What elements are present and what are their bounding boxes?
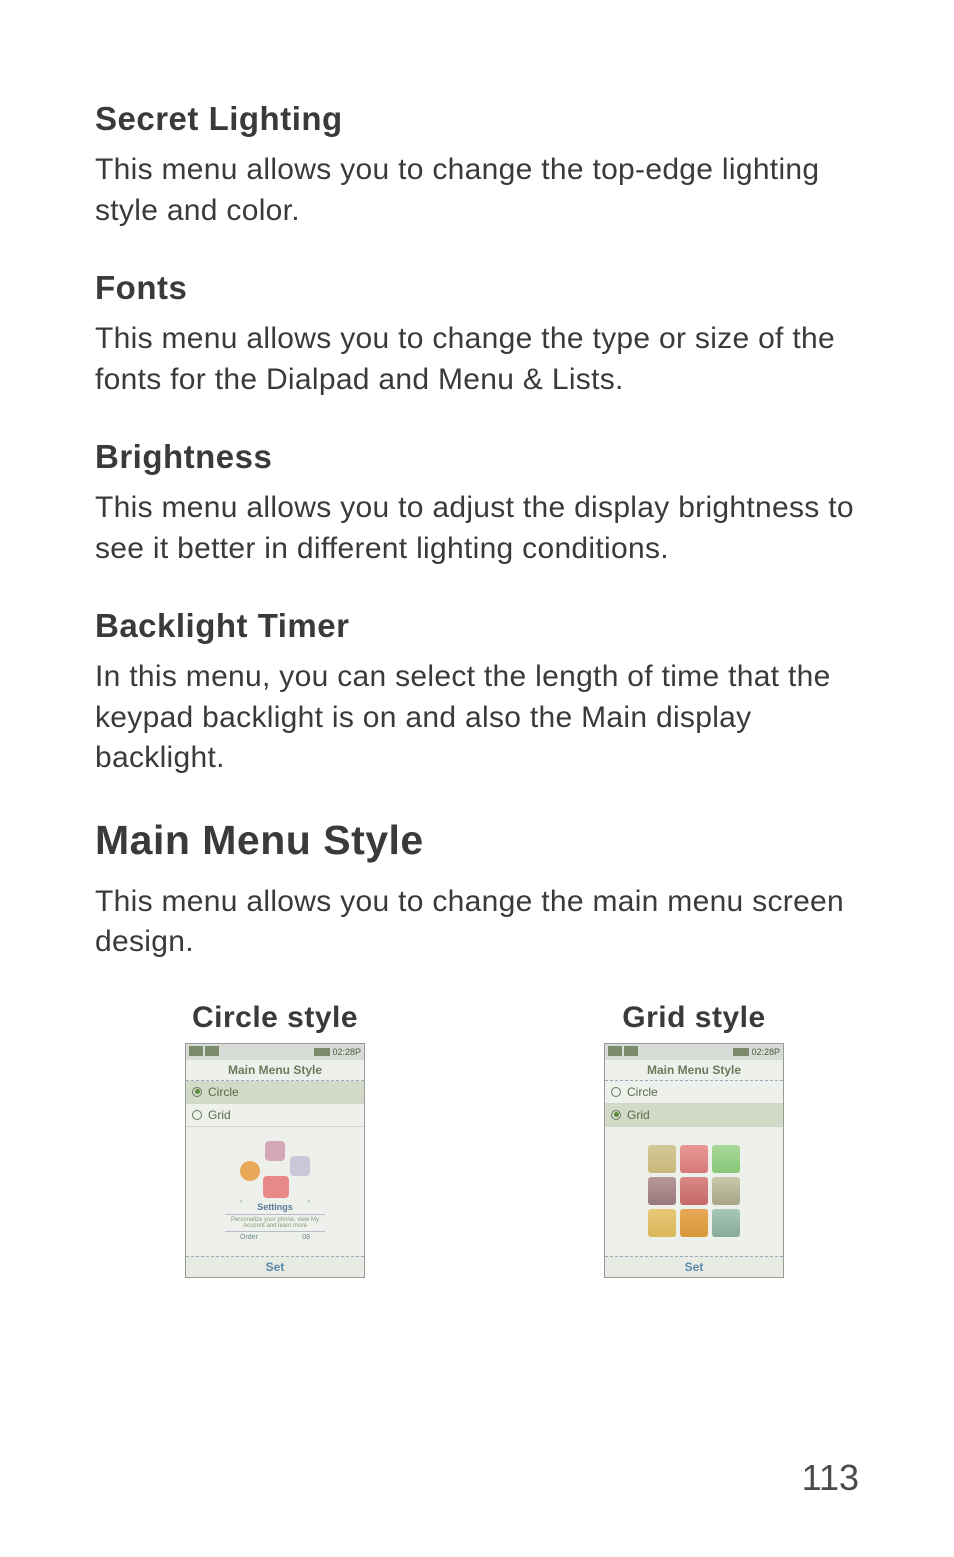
- phone-preview-area: [605, 1127, 783, 1256]
- battery-icon: [733, 1048, 749, 1056]
- phone-softkey-set: Set: [186, 1256, 364, 1277]
- phone-time: 02:28P: [751, 1047, 780, 1057]
- phone-option-grid-label: Grid: [627, 1108, 650, 1122]
- circle-preview-sub: Personalize your phone, view My Account …: [225, 1214, 325, 1232]
- body-fonts: This menu allows you to change the type …: [95, 319, 864, 400]
- phone-status-bar: 02:28P: [605, 1044, 783, 1060]
- grid-icon: [648, 1145, 676, 1173]
- grid-icon: [648, 1209, 676, 1237]
- body-main-menu-style: This menu allows you to change the main …: [95, 882, 864, 963]
- grid-icon: [712, 1177, 740, 1205]
- styles-row: Circle style 02:28P Main Menu Style Circ…: [95, 1001, 864, 1278]
- radio-unselected-icon: [611, 1087, 621, 1097]
- phone-option-grid: Grid: [605, 1104, 783, 1127]
- heading-brightness: Brightness: [95, 438, 864, 476]
- grid-preview: [648, 1145, 740, 1237]
- grid-icon: [680, 1145, 708, 1173]
- body-backlight-timer: In this menu, you can select the length …: [95, 657, 864, 779]
- phone-option-circle-label: Circle: [627, 1085, 658, 1099]
- heading-fonts: Fonts: [95, 269, 864, 307]
- phone-time: 02:28P: [332, 1047, 361, 1057]
- circle-preview-label: Settings: [257, 1202, 293, 1212]
- phone-option-circle-label: Circle: [208, 1085, 239, 1099]
- preview-icon: [240, 1161, 260, 1181]
- grid-style-column: Grid style 02:28P Main Menu Style Circle…: [604, 1001, 784, 1278]
- phone-screen-title: Main Menu Style: [605, 1060, 783, 1081]
- grid-style-label: Grid style: [622, 1001, 765, 1035]
- signal-icon: [608, 1046, 622, 1056]
- phone-option-circle: Circle: [186, 1081, 364, 1104]
- body-brightness: This menu allows you to adjust the displ…: [95, 488, 864, 569]
- circle-nav-bottom: Order 08: [240, 1234, 310, 1241]
- phone-softkey-set: Set: [605, 1256, 783, 1277]
- page-number: 113: [802, 1457, 859, 1499]
- grid-icon: [648, 1177, 676, 1205]
- phone-status-bar: 02:28P: [186, 1044, 364, 1060]
- radio-unselected-icon: [192, 1110, 202, 1120]
- nav-right: 08: [302, 1234, 310, 1241]
- grid-icon: [712, 1145, 740, 1173]
- preview-icon: [265, 1141, 285, 1161]
- signal-icon: [189, 1046, 203, 1056]
- phone-preview-area: ‹Settings› Personalize your phone, view …: [186, 1127, 364, 1256]
- circle-style-column: Circle style 02:28P Main Menu Style Circ…: [185, 1001, 365, 1278]
- heading-main-menu-style: Main Menu Style: [95, 817, 864, 864]
- nav-left: Order: [240, 1234, 258, 1241]
- grid-icon: [712, 1209, 740, 1237]
- heading-backlight-timer: Backlight Timer: [95, 607, 864, 645]
- status-icon: [624, 1046, 638, 1056]
- battery-icon: [314, 1048, 330, 1056]
- phone-screen-title: Main Menu Style: [186, 1060, 364, 1081]
- body-secret-lighting: This menu allows you to change the top-e…: [95, 150, 864, 231]
- circle-preview: ‹Settings› Personalize your phone, view …: [225, 1141, 325, 1241]
- circle-style-screenshot: 02:28P Main Menu Style Circle Grid: [185, 1043, 365, 1278]
- grid-style-screenshot: 02:28P Main Menu Style Circle Grid: [604, 1043, 784, 1278]
- phone-option-grid: Grid: [186, 1104, 364, 1127]
- circle-icons-cluster: [235, 1141, 315, 1196]
- grid-icon: [680, 1177, 708, 1205]
- status-icon: [205, 1046, 219, 1056]
- phone-option-circle: Circle: [605, 1081, 783, 1104]
- preview-icon: [263, 1176, 289, 1198]
- radio-selected-icon: [611, 1110, 621, 1120]
- grid-icon: [680, 1209, 708, 1237]
- radio-selected-icon: [192, 1087, 202, 1097]
- heading-secret-lighting: Secret Lighting: [95, 100, 864, 138]
- preview-icon: [290, 1156, 310, 1176]
- phone-option-grid-label: Grid: [208, 1108, 231, 1122]
- circle-nav-arrows: ‹Settings›: [240, 1198, 310, 1212]
- circle-style-label: Circle style: [192, 1001, 358, 1035]
